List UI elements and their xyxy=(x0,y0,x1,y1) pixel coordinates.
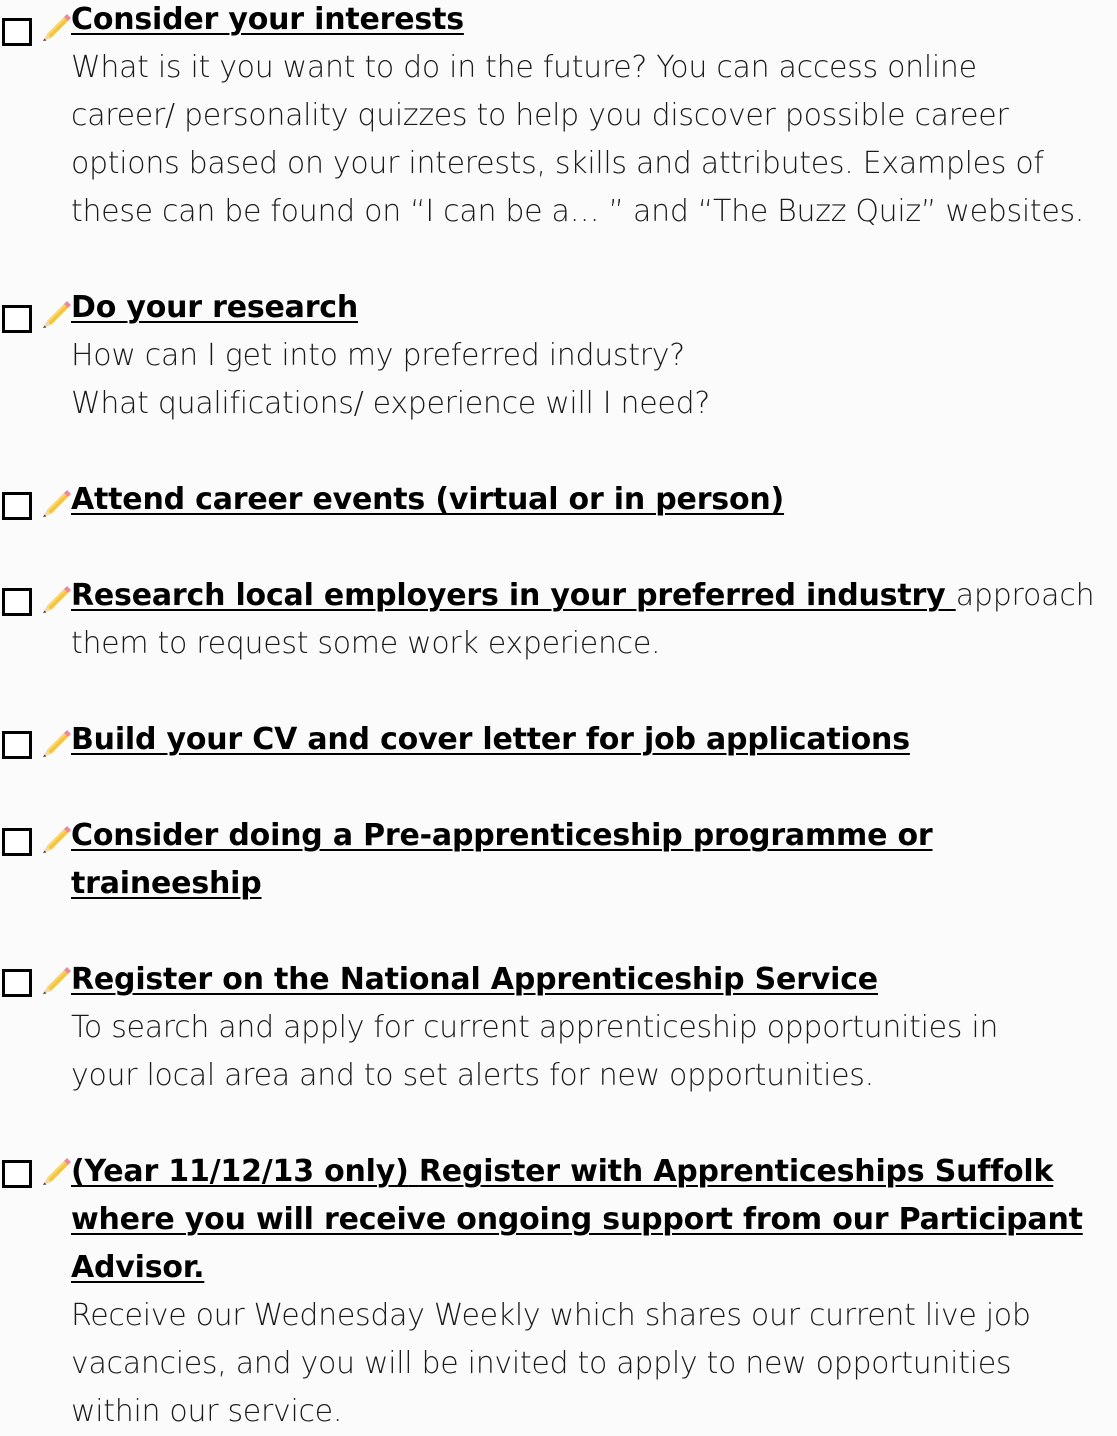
pencil-icon xyxy=(38,1152,72,1186)
item-heading: Attend career events (virtual or in pers… xyxy=(71,482,785,517)
pencil-icon xyxy=(38,295,72,329)
pencil-icon xyxy=(38,580,72,614)
item-heading-continued: where you will receive ongoing support f… xyxy=(71,1202,1083,1237)
item-heading: Research local employers in your preferr… xyxy=(71,572,1095,620)
item-heading: (Year 11/12/13 only) Register with Appre… xyxy=(71,1148,1053,1196)
checkbox[interactable] xyxy=(2,1160,32,1188)
pencil-icon xyxy=(38,724,72,758)
pencil-icon xyxy=(38,484,72,518)
item-heading-continued: traineeship xyxy=(71,866,262,901)
item-inline-text: approach xyxy=(955,578,1095,613)
checkbox[interactable] xyxy=(2,969,32,997)
item-description: them to request some work experience. xyxy=(71,626,661,661)
checkbox[interactable] xyxy=(2,18,32,46)
item-description: Receive our Wednesday Weekly which share… xyxy=(71,1298,1031,1429)
item-description: How can I get into my preferred industry… xyxy=(71,338,710,421)
item-heading: Consider doing a Pre-apprenticeship prog… xyxy=(71,818,933,853)
item-heading-register: Register with Apprenticeships Suffolk xyxy=(418,1154,1054,1189)
item-heading: Register on the National Apprenticeship … xyxy=(71,962,878,997)
item-description: To search and apply for current apprenti… xyxy=(71,1010,999,1093)
item-description: What is it you want to do in the future?… xyxy=(71,50,1085,229)
item-heading: Do your research xyxy=(71,290,359,325)
item-heading-year: (Year 11/12/13 only) xyxy=(71,1154,409,1189)
item-heading-text: Research local employers in your preferr… xyxy=(71,578,946,613)
checkbox[interactable] xyxy=(2,492,32,520)
item-heading: Build your CV and cover letter for job a… xyxy=(71,722,910,757)
checkbox[interactable] xyxy=(2,588,32,616)
pencil-icon xyxy=(38,820,72,854)
checkbox[interactable] xyxy=(2,305,32,333)
pencil-icon xyxy=(38,8,72,42)
item-heading: Consider your interests xyxy=(71,2,464,37)
item-heading-continued: Advisor. xyxy=(71,1250,205,1285)
checkbox[interactable] xyxy=(2,731,32,759)
checkbox[interactable] xyxy=(2,828,32,856)
pencil-icon xyxy=(38,961,72,995)
